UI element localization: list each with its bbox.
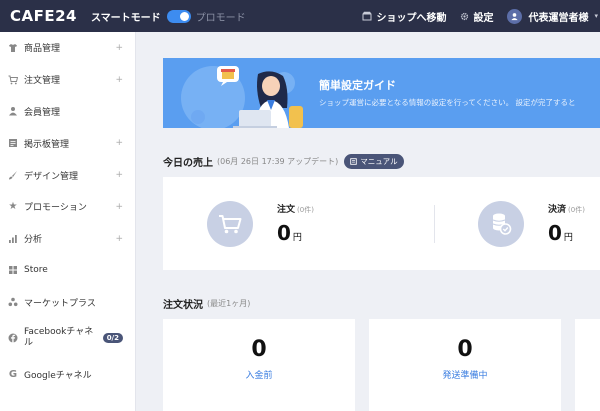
status-card-partial (575, 319, 600, 411)
sidebar-item-label: 分析 (24, 235, 43, 246)
banner-title: 簡単設定ガイド (319, 79, 396, 92)
payment-summary[interactable]: 決済 (0件) 0円 (478, 177, 585, 270)
expand-icon[interactable]: + (115, 75, 123, 85)
expand-icon[interactable]: + (115, 43, 123, 53)
sidebar-item-label: Store (24, 265, 48, 276)
order-count: (0件) (297, 206, 314, 214)
toggle-knob (179, 11, 189, 21)
brush-icon (8, 170, 18, 180)
expand-icon[interactable]: + (115, 170, 123, 180)
shirt-icon (8, 43, 18, 53)
chart-icon (8, 234, 18, 244)
sidebar-item-label: 会員管理 (24, 107, 61, 118)
settings-button[interactable]: 設定 (460, 9, 493, 24)
payment-label: 決済 (0件) (548, 205, 585, 215)
sidebar-item-facebook[interactable]: Facebookチャネル 0/2 (0, 318, 135, 358)
sidebar-item-label: 掲示板管理 (24, 139, 70, 150)
sidebar-item-products[interactable]: 商品管理 + (0, 32, 135, 64)
sidebar-item-store[interactable]: Store (0, 255, 135, 287)
sidebar: 商品管理 + 注文管理 + 会員管理 掲示板管理 + デザイン管理 + ★ プロ… (0, 32, 136, 411)
order-amount: 0円 (277, 221, 302, 245)
guide-illustration (217, 66, 303, 128)
currency-unit: 円 (563, 233, 573, 243)
person-icon (8, 106, 18, 116)
book-icon (350, 158, 358, 165)
status-count: 0 (251, 337, 267, 362)
sidebar-item-label: Googleチャネル (24, 370, 92, 381)
sidebar-item-label: マーケットプラス (24, 298, 96, 309)
sidebar-item-google[interactable]: G Googleチャネル (0, 358, 135, 390)
expand-icon[interactable]: + (115, 202, 123, 212)
sidebar-item-analytics[interactable]: 分析 + (0, 223, 135, 255)
cart-icon (207, 200, 253, 247)
sidebar-item-design[interactable]: デザイン管理 + (0, 159, 135, 191)
today-sales-header: 今日の売上 (06月 26日 17:39 アップデート) マニュアル (163, 154, 404, 169)
expand-icon[interactable]: + (115, 234, 123, 244)
payment-count: (0件) (568, 206, 585, 214)
order-status-header: 注文状況 (最近1ヶ月) (163, 296, 250, 311)
main-content: 簡単設定ガイド ショップ運営に必要となる情報の設定を行ってください。 設定が完了… (137, 32, 600, 411)
shop-link-label: ショップへ移動 (376, 12, 447, 24)
status-count: 0 (457, 337, 473, 362)
status-badge: 0/2 (102, 333, 123, 344)
manual-button[interactable]: マニュアル (344, 154, 404, 169)
sales-summary-card: 注文 (0件) 0円 決済 (0件) 0円 (163, 177, 600, 270)
divider (434, 205, 435, 243)
sidebar-item-market-plus[interactable]: マーケットプラス (0, 286, 135, 318)
coins-icon (478, 200, 524, 247)
currency-unit: 円 (292, 233, 302, 243)
order-summary[interactable]: 注文 (0件) 0円 (207, 177, 314, 270)
user-menu[interactable]: 代表運営者様 ▾ (507, 8, 598, 24)
user-name: 代表運営者様 (528, 12, 589, 24)
google-icon: G (8, 368, 18, 380)
status-card-awaiting-payment[interactable]: 0 入金前 (163, 319, 355, 411)
top-bar: CAFE24 スマートモード プロモード ショップへ移動 設定 代表運営者様 ▾ (0, 0, 600, 32)
period-label: (最近1ヶ月) (207, 299, 251, 308)
sidebar-item-board[interactable]: 掲示板管理 + (0, 127, 135, 159)
sidebar-item-promotion[interactable]: ★ プロモーション + (0, 191, 135, 223)
settings-label: 設定 (473, 12, 494, 24)
user-icon (511, 12, 519, 20)
store-icon (362, 11, 372, 21)
payment-amount: 0円 (548, 221, 573, 245)
section-title: 注文状況 (163, 300, 203, 311)
status-card-preparing-shipment[interactable]: 0 発送準備中 (369, 319, 561, 411)
status-link[interactable]: 発送準備中 (369, 368, 561, 381)
section-title: 今日の売上 (163, 158, 213, 169)
sidebar-item-label: 商品管理 (24, 44, 61, 55)
board-icon (8, 138, 18, 148)
gear-icon (461, 12, 469, 20)
sidebar-item-label: プロモーション (24, 203, 87, 214)
update-timestamp: (06月 26日 17:39 アップデート) (217, 157, 339, 166)
sidebar-item-members[interactable]: 会員管理 (0, 96, 135, 128)
star-icon: ★ (8, 201, 18, 213)
status-link[interactable]: 入金前 (163, 368, 355, 381)
sidebar-item-orders[interactable]: 注文管理 + (0, 64, 135, 96)
cart-icon (8, 75, 18, 85)
facebook-icon (8, 333, 18, 343)
expand-icon[interactable]: + (115, 138, 123, 148)
chevron-down-icon: ▾ (594, 12, 598, 20)
manual-label: マニュアル (360, 157, 398, 166)
order-label: 注文 (0件) (277, 205, 314, 215)
setup-guide-banner[interactable]: 簡単設定ガイド ショップ運営に必要となる情報の設定を行ってください。 設定が完了… (163, 58, 600, 128)
pro-mode-label[interactable]: プロモード (196, 9, 246, 24)
sidebar-item-label: 注文管理 (24, 76, 61, 87)
smart-mode-label: スマートモード (90, 12, 161, 24)
shop-link[interactable]: ショップへ移動 (362, 9, 446, 24)
avatar (507, 8, 523, 24)
cafe24-logo[interactable]: CAFE24 (10, 7, 77, 25)
grid-icon (8, 265, 18, 275)
mode-toggle[interactable] (166, 9, 191, 23)
sidebar-item-label: デザイン管理 (24, 171, 79, 182)
banner-subtitle: ショップ運営に必要となる情報の設定を行ってください。 設定が完了すると (319, 98, 576, 107)
sidebar-item-label: Facebookチャネル (24, 327, 94, 349)
cluster-icon (8, 297, 18, 307)
